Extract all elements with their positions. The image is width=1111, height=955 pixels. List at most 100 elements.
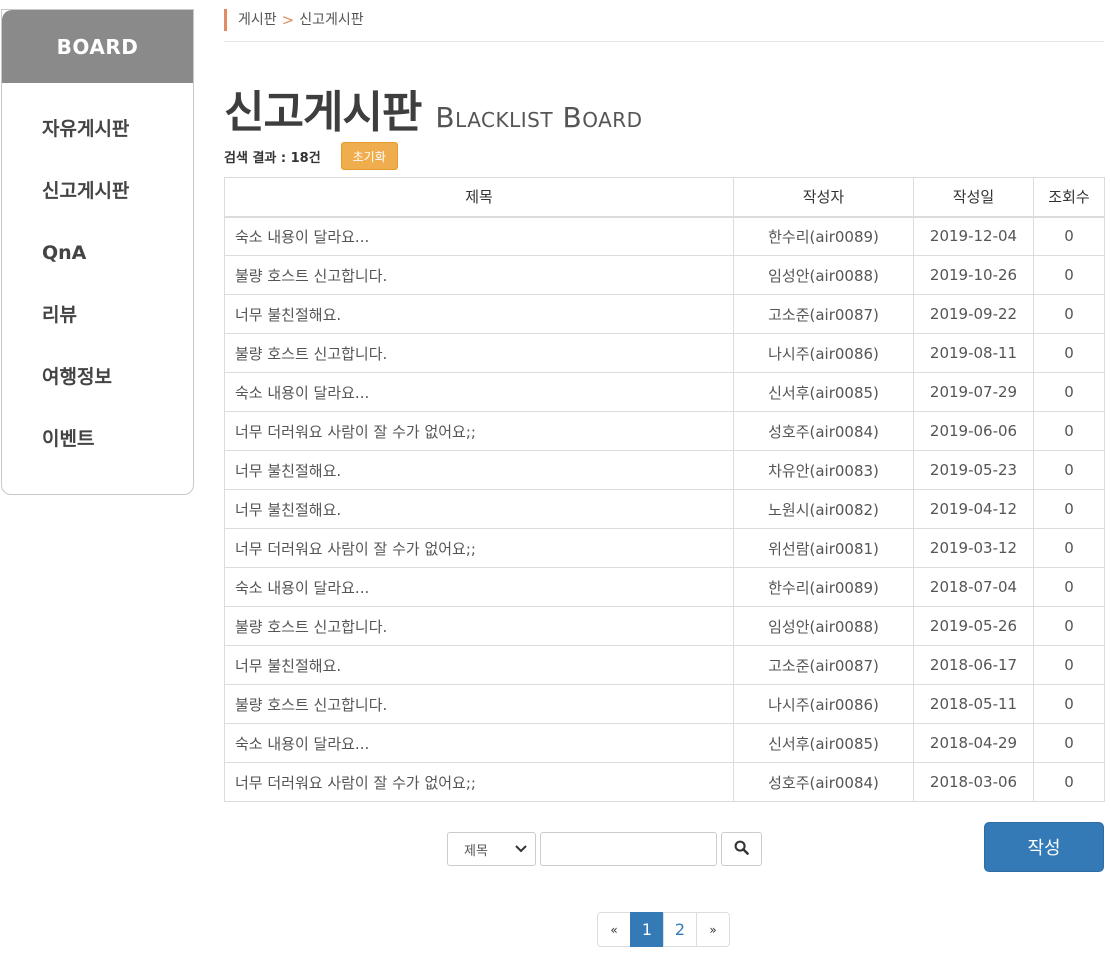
row-views: 0 [1033, 216, 1105, 256]
row-title[interactable]: 불량 호스트 신고합니다. [224, 684, 734, 724]
row-author: 고소준(air0087) [733, 645, 914, 685]
column-header-author: 작성자 [733, 177, 914, 218]
chevron-down-icon [515, 843, 527, 856]
reset-button[interactable]: 초기화 [340, 142, 398, 170]
write-button[interactable]: 작성 [984, 822, 1104, 872]
sidebar-item-report-board[interactable]: 신고게시판 [42, 171, 193, 233]
search-input[interactable] [540, 832, 717, 866]
sidebar-menu: 자유게시판 신고게시판 QnA 리뷰 여행정보 이벤트 [2, 83, 193, 481]
row-author: 성호주(air0084) [733, 762, 914, 802]
table-row[interactable]: 숙소 내용이 달라요... 한수리(air0089) 2018-07-04 0 [224, 567, 1105, 607]
row-author: 위선람(air0081) [733, 528, 914, 568]
row-title[interactable]: 너무 불친절해요. [224, 645, 734, 685]
search-select-value: 제목 [464, 843, 488, 859]
table-row[interactable]: 숙소 내용이 달라요... 한수리(air0089) 2019-12-04 0 [224, 216, 1105, 256]
search-bar: 제목 [447, 832, 762, 866]
row-date: 2019-12-04 [913, 216, 1034, 256]
row-date: 2019-05-23 [913, 450, 1034, 490]
table-row[interactable]: 불량 호스트 신고합니다. 나시주(air0086) 2019-08-11 0 [224, 333, 1105, 373]
row-date: 2018-06-17 [913, 645, 1034, 685]
row-author: 한수리(air0089) [733, 567, 914, 607]
sidebar-heading: BOARD [2, 10, 193, 83]
row-views: 0 [1033, 333, 1105, 373]
row-title[interactable]: 숙소 내용이 달라요... [224, 216, 734, 256]
row-date: 2019-08-11 [913, 333, 1034, 373]
row-author: 임성안(air0088) [733, 606, 914, 646]
table-row[interactable]: 너무 불친절해요. 고소준(air0087) 2018-06-17 0 [224, 645, 1105, 685]
row-date: 2018-04-29 [913, 723, 1034, 763]
table-row[interactable]: 너무 더러워요 사람이 잘 수가 없어요;; 위선람(air0081) 2019-0… [224, 528, 1105, 568]
row-title[interactable]: 숙소 내용이 달라요... [224, 723, 734, 763]
row-views: 0 [1033, 294, 1105, 334]
page-subtitle: Blacklist Board [435, 101, 643, 134]
row-date: 2019-05-26 [913, 606, 1034, 646]
table-header-row: 제목 작성자 작성일 조회수 [224, 177, 1105, 218]
breadcrumb: 게시판 > 신고게시판 [224, 9, 364, 31]
row-views: 0 [1033, 372, 1105, 412]
row-title[interactable]: 불량 호스트 신고합니다. [224, 255, 734, 295]
row-views: 0 [1033, 645, 1105, 685]
row-author: 성호주(air0084) [733, 411, 914, 451]
row-views: 0 [1033, 255, 1105, 295]
row-title[interactable]: 불량 호스트 신고합니다. [224, 606, 734, 646]
sidebar-item-free-board[interactable]: 자유게시판 [42, 109, 193, 171]
row-title[interactable]: 너무 더러워요 사람이 잘 수가 없어요;; [224, 528, 734, 568]
page-button-2[interactable]: 2 [663, 912, 697, 947]
row-title[interactable]: 너무 불친절해요. [224, 294, 734, 334]
search-field-select[interactable]: 제목 [447, 832, 536, 866]
row-title[interactable]: 너무 더러워요 사람이 잘 수가 없어요;; [224, 762, 734, 802]
breadcrumb-parent[interactable]: 게시판 [238, 9, 277, 31]
sidebar-item-event[interactable]: 이벤트 [42, 419, 193, 481]
row-views: 0 [1033, 450, 1105, 490]
row-date: 2018-03-06 [913, 762, 1034, 802]
row-date: 2019-06-06 [913, 411, 1034, 451]
row-author: 차유안(air0083) [733, 450, 914, 490]
table-row[interactable]: 불량 호스트 신고합니다. 임성안(air0088) 2019-05-26 0 [224, 606, 1105, 646]
page-button-1[interactable]: 1 [630, 912, 664, 947]
page-title: 신고게시판 [224, 87, 422, 138]
table-row[interactable]: 너무 불친절해요. 차유안(air0083) 2019-05-23 0 [224, 450, 1105, 490]
table-row[interactable]: 너무 불친절해요. 노원시(air0082) 2019-04-12 0 [224, 489, 1105, 529]
table-row[interactable]: 너무 더러워요 사람이 잘 수가 없어요;; 성호주(air0084) 2018-0… [224, 762, 1105, 802]
column-header-views: 조회수 [1033, 177, 1105, 218]
row-author: 노원시(air0082) [733, 489, 914, 529]
row-date: 2019-10-26 [913, 255, 1034, 295]
row-title[interactable]: 너무 불친절해요. [224, 489, 734, 529]
row-date: 2018-07-04 [913, 567, 1034, 607]
page-next-button[interactable]: » [696, 912, 730, 947]
sidebar-item-qna[interactable]: QnA [42, 233, 193, 295]
table-row[interactable]: 너무 불친절해요. 고소준(air0087) 2019-09-22 0 [224, 294, 1105, 334]
table-row[interactable]: 불량 호스트 신고합니다. 나시주(air0086) 2018-05-11 0 [224, 684, 1105, 724]
row-title[interactable]: 숙소 내용이 달라요... [224, 567, 734, 607]
row-title[interactable]: 불량 호스트 신고합니다. [224, 333, 734, 373]
row-views: 0 [1033, 723, 1105, 763]
row-views: 0 [1033, 489, 1105, 529]
row-date: 2019-04-12 [913, 489, 1034, 529]
table-row[interactable]: 숙소 내용이 달라요... 신서후(air0085) 2018-04-29 0 [224, 723, 1105, 763]
board-table: 제목 작성자 작성일 조회수 숙소 내용이 달라요... 한수리(air0089)… [224, 177, 1105, 802]
result-row: 검색 결과 : 18건 초기화 [224, 142, 398, 170]
header-divider [224, 41, 1104, 42]
row-views: 0 [1033, 606, 1105, 646]
page-heading: 신고게시판 Blacklist Board [224, 76, 643, 140]
row-title[interactable]: 너무 더러워요 사람이 잘 수가 없어요;; [224, 411, 734, 451]
sidebar-item-travel-info[interactable]: 여행정보 [42, 357, 193, 419]
row-title[interactable]: 너무 불친절해요. [224, 450, 734, 490]
column-header-title: 제목 [224, 177, 734, 218]
row-author: 신서후(air0085) [733, 372, 914, 412]
search-button[interactable] [721, 832, 762, 866]
page-prev-button[interactable]: « [597, 912, 631, 947]
chevron-right-icon: > [281, 11, 295, 29]
row-date: 2019-07-29 [913, 372, 1034, 412]
table-row[interactable]: 불량 호스트 신고합니다. 임성안(air0088) 2019-10-26 0 [224, 255, 1105, 295]
row-views: 0 [1033, 684, 1105, 724]
row-views: 0 [1033, 762, 1105, 802]
sidebar-item-review[interactable]: 리뷰 [42, 295, 193, 357]
row-title[interactable]: 숙소 내용이 달라요... [224, 372, 734, 412]
column-header-date: 작성일 [913, 177, 1034, 218]
row-date: 2019-03-12 [913, 528, 1034, 568]
row-views: 0 [1033, 528, 1105, 568]
table-row[interactable]: 숙소 내용이 달라요... 신서후(air0085) 2019-07-29 0 [224, 372, 1105, 412]
table-row[interactable]: 너무 더러워요 사람이 잘 수가 없어요;; 성호주(air0084) 2019-0… [224, 411, 1105, 451]
row-author: 신서후(air0085) [733, 723, 914, 763]
